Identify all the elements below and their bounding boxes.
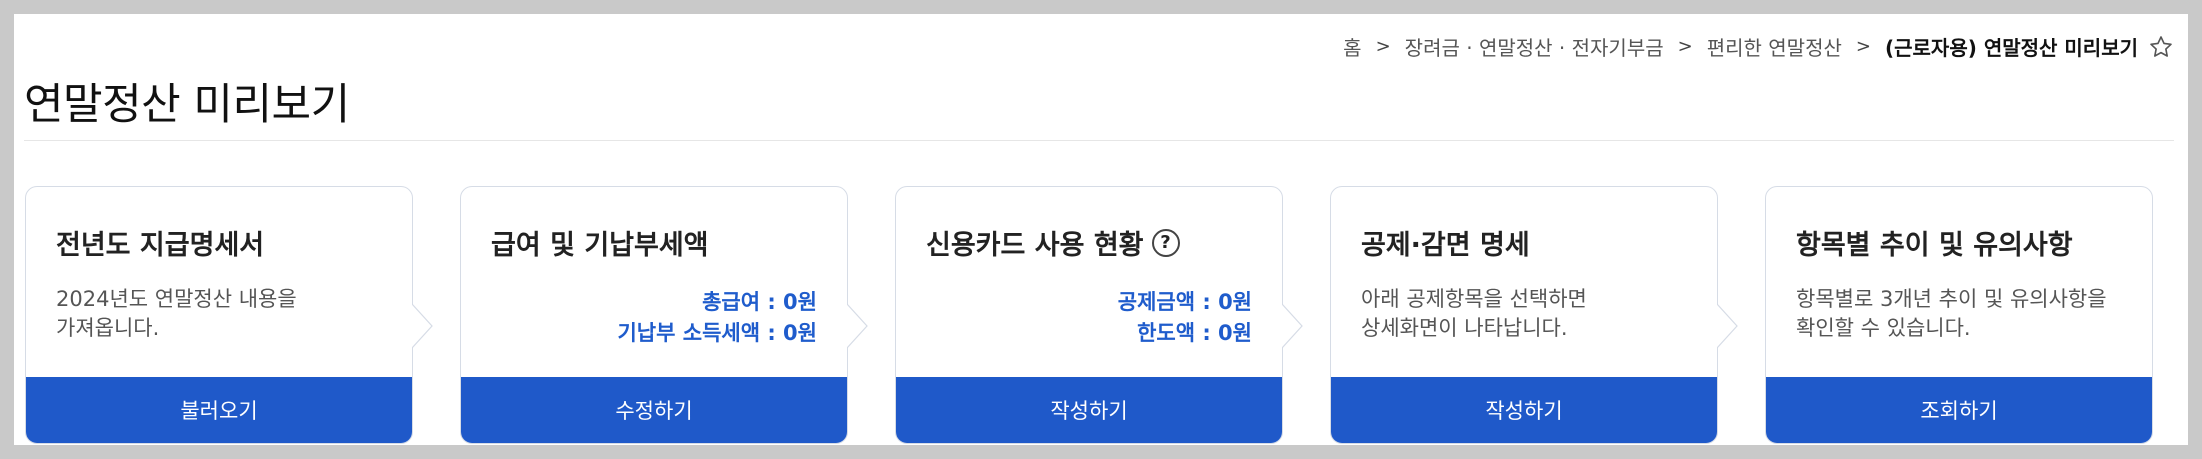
breadcrumb-separator: > xyxy=(1855,36,1871,57)
step-arrow-icon xyxy=(1282,304,1303,348)
card-title: 공제·감면 명세 xyxy=(1361,230,1530,261)
card-description-line: 상세화면이 나타납니다. xyxy=(1361,316,1568,340)
card-trends-notes: 항목별 추이 및 유의사항 항목별로 3개년 추이 및 유의사항을 확인할 수 … xyxy=(1765,186,2153,444)
limit-amount-stat: 한도액 : 0원 xyxy=(1137,321,1252,345)
card-title: 항목별 추이 및 유의사항 xyxy=(1796,230,2073,261)
breadcrumb-current: (근로자용) 연말정산 미리보기 xyxy=(1884,36,2138,60)
card-description: 아래 공제항목을 선택하면 상세화면이 나타납니다. xyxy=(1361,285,1587,343)
card-stats: 공제금액 : 0원 한도액 : 0원 xyxy=(1118,287,1252,349)
deduction-amount-stat: 공제금액 : 0원 xyxy=(1117,290,1252,314)
card-description-line: 확인할 수 있습니다. xyxy=(1796,316,1971,340)
load-button[interactable]: 불러오기 xyxy=(26,377,412,443)
card-description-line: 가져옵니다. xyxy=(56,316,160,340)
page: 홈 > 장려금 · 연말정산 · 전자기부금 > 편리한 연말정산 > (근로자… xyxy=(14,14,2188,445)
breadcrumb-incentive[interactable]: 장려금 · 연말정산 · 전자기부금 xyxy=(1405,32,1664,61)
card-title: 전년도 지급명세서 xyxy=(56,230,265,261)
breadcrumb-separator: > xyxy=(1677,36,1693,57)
card-prior-year-statement: 전년도 지급명세서 2024년도 연말정산 내용을 가져옵니다. 불러오기 xyxy=(25,186,413,444)
step-arrow-icon xyxy=(1717,304,1738,348)
view-button[interactable]: 조회하기 xyxy=(1766,377,2152,443)
question-circle-icon[interactable]: ? xyxy=(1151,228,1180,257)
breadcrumb-easy-settlement[interactable]: 편리한 연말정산 xyxy=(1707,32,1842,61)
breadcrumb-separator: > xyxy=(1375,36,1391,57)
step-arrow-icon xyxy=(412,304,433,348)
card-deduction-reduction: 공제·감면 명세 아래 공제항목을 선택하면 상세화면이 나타납니다. 작성하기 xyxy=(1330,186,1718,444)
card-title: 신용카드 사용 현황 xyxy=(926,230,1144,261)
write-button[interactable]: 작성하기 xyxy=(1331,377,1717,443)
card-title-row: 신용카드 사용 현황 ? xyxy=(926,223,1180,262)
card-stats: 총급여 : 0원 기납부 소득세액 : 0원 xyxy=(617,287,817,349)
breadcrumb-home[interactable]: 홈 xyxy=(1343,32,1361,61)
star-outline-icon[interactable] xyxy=(2148,34,2174,60)
write-button[interactable]: 작성하기 xyxy=(896,377,1282,443)
card-credit-card-usage: 신용카드 사용 현황 ? 공제금액 : 0원 한도액 : 0원 작성하기 xyxy=(895,186,1283,444)
breadcrumb: 홈 > 장려금 · 연말정산 · 전자기부금 > 편리한 연말정산 > (근로자… xyxy=(1343,32,2174,61)
card-salary-prepaid-tax: 급여 및 기납부세액 총급여 : 0원 기납부 소득세액 : 0원 수정하기 xyxy=(460,186,848,444)
card-description: 항목별로 3개년 추이 및 유의사항을 확인할 수 있습니다. xyxy=(1796,285,2107,343)
card-description-line: 아래 공제항목을 선택하면 xyxy=(1361,287,1587,311)
prepaid-income-tax-stat: 기납부 소득세액 : 0원 xyxy=(617,321,817,345)
title-divider xyxy=(24,140,2174,141)
card-title: 급여 및 기납부세액 xyxy=(491,230,709,261)
page-title: 연말정산 미리보기 xyxy=(24,80,350,130)
card-description-line: 2024년도 연말정산 내용을 xyxy=(56,287,297,311)
step-arrow-icon xyxy=(847,304,868,348)
card-description: 2024년도 연말정산 내용을 가져옵니다. xyxy=(56,285,297,343)
total-salary-stat: 총급여 : 0원 xyxy=(702,290,817,314)
card-description-line: 항목별로 3개년 추이 및 유의사항을 xyxy=(1796,287,2107,311)
edit-button[interactable]: 수정하기 xyxy=(461,377,847,443)
